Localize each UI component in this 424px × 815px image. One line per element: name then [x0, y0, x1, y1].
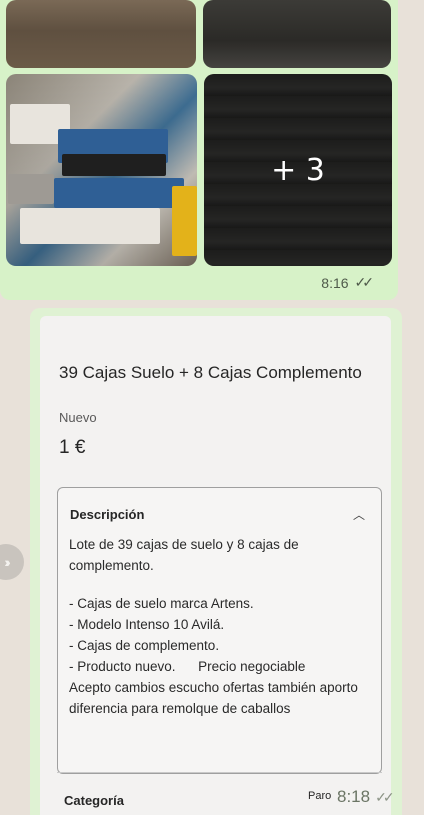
photo-box-shape	[20, 208, 160, 244]
forward-button[interactable]: ››	[0, 544, 24, 580]
chevron-up-icon[interactable]: ︿	[353, 506, 365, 523]
description-point: - Cajas de complemento.	[69, 638, 220, 653]
photo-album-message[interactable]: + 3 8:16 ✓✓	[0, 0, 398, 300]
description-point: - Cajas de suelo marca Artens.	[69, 596, 254, 611]
listing-title: 39 Cajas Suelo + 8 Cajas Complemento	[59, 363, 362, 382]
chat-screen: + 3 8:16 ✓✓ ›› 39 Cajas Suelo + 8 Cajas …	[0, 0, 424, 815]
message-timestamp: 8:18 ✓✓	[337, 787, 395, 807]
category-value: Paro	[308, 790, 332, 802]
description-panel: Descripción ︿ Lote de 39 cajas de suelo …	[57, 487, 382, 774]
photo-box-shape	[8, 174, 54, 204]
listing-condition: Nuevo	[59, 410, 97, 425]
description-closing: Acepto cambios escucho ofertas también a…	[69, 680, 358, 716]
description-heading: Descripción	[70, 507, 145, 522]
message-time: 8:18	[337, 787, 371, 806]
description-point: - Modelo Intenso 10 Avilá.	[69, 617, 225, 632]
photo-thumbnail-1[interactable]	[6, 0, 196, 68]
photo-box-shape	[172, 186, 197, 256]
message-time: 8:16	[321, 274, 349, 291]
description-point: - Producto nuevo. Precio negociable	[69, 659, 306, 674]
photo-thumbnail-2[interactable]	[203, 0, 391, 68]
photo-box-shape	[62, 154, 166, 176]
description-text: Lote de 39 cajas de suelo y 8 cajas de c…	[69, 534, 369, 719]
divider	[57, 772, 382, 773]
double-check-icon: ✓✓	[375, 788, 395, 805]
more-photos-count[interactable]: + 3	[204, 74, 392, 266]
message-timestamp: 8:16 ✓✓	[321, 274, 375, 291]
description-intro: Lote de 39 cajas de suelo y 8 cajas de c…	[69, 537, 299, 573]
photo-thumbnail-4[interactable]: + 3	[204, 74, 392, 266]
listing-price: 1 €	[59, 437, 86, 458]
photo-box-shape	[54, 178, 184, 208]
photo-thumbnail-3[interactable]	[6, 74, 197, 266]
category-label: Categoría	[64, 793, 124, 808]
double-check-icon: ✓✓	[354, 274, 375, 290]
forward-arrows-icon: ››	[4, 554, 11, 570]
